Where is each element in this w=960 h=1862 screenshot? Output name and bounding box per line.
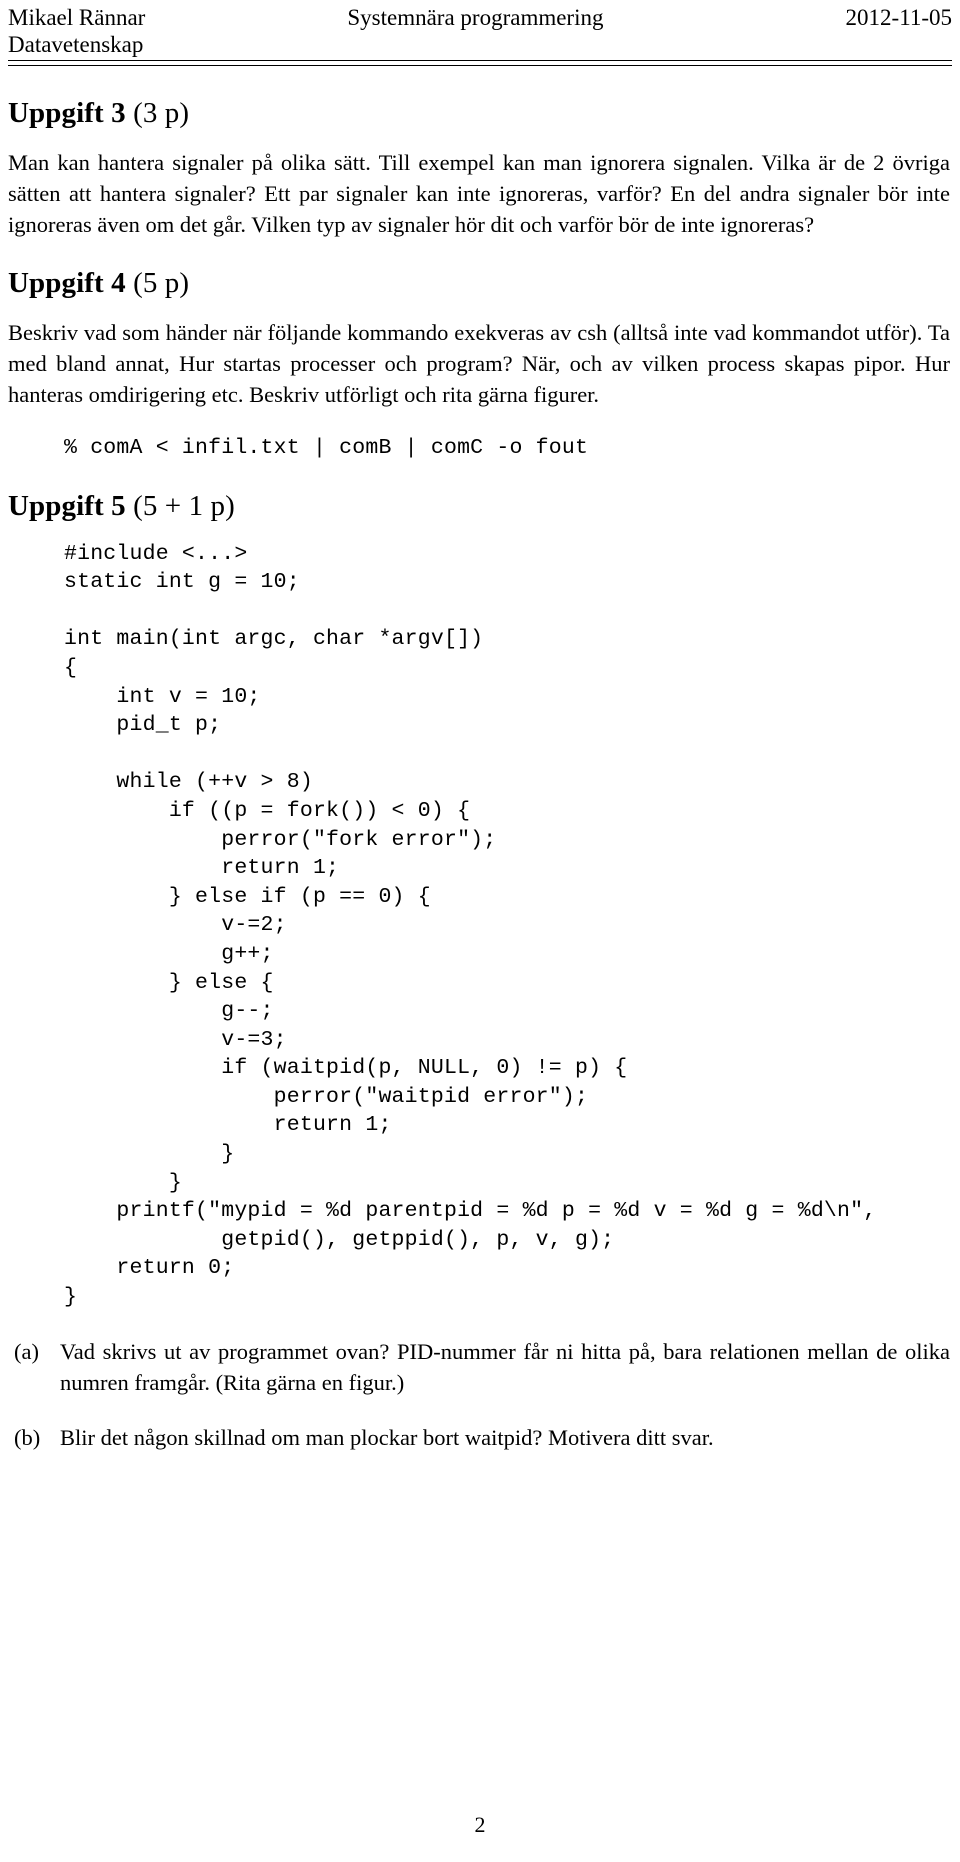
task-5-code-listing: #include <...> static int g = 10; int ma… [64, 541, 877, 1310]
header-date: 2012-11-05 [845, 5, 952, 30]
page-content: Uppgift 3 (3 p) Man kan hantera signaler… [8, 96, 950, 1453]
page-header: Mikael Rännar Systemnära programmering 2… [8, 4, 952, 57]
task-heading-3-points: (3 p) [133, 97, 190, 129]
subquestion-a-text: Vad skrivs ut av programmet ovan? PID-nu… [60, 1338, 950, 1395]
task-heading-5-title: Uppgift 5 [8, 489, 126, 522]
subquestion-b-label: (b) [14, 1424, 41, 1450]
task-heading-3: Uppgift 3 (3 p) [8, 96, 950, 130]
header-course: Systemnära programmering [347, 5, 604, 30]
header-top-row: Mikael Rännar Systemnära programmering 2… [8, 4, 952, 31]
task-heading-5: Uppgift 5 (5 + 1 p) [8, 489, 950, 523]
subquestion-b-text: Blir det någon skillnad om man plockar b… [60, 1424, 714, 1450]
page-number: 2 [474, 1812, 486, 1837]
task-heading-5-points: (5 + 1 p) [133, 489, 235, 522]
task-heading-3-title: Uppgift 3 [8, 97, 126, 129]
exam-page: Mikael Rännar Systemnära programmering 2… [0, 0, 960, 1862]
header-rule [8, 60, 952, 66]
task-heading-4-title: Uppgift 4 [8, 267, 126, 299]
task-heading-4-points: (5 p) [133, 267, 190, 299]
task-3-paragraph: Man kan hantera signaler på olika sätt. … [8, 150, 950, 237]
subquestion-a: (a) Vad skrivs ut av programmet ovan? PI… [8, 1336, 950, 1398]
subquestion-b: (b) Blir det någon skillnad om man plock… [8, 1422, 950, 1453]
subquestion-a-label: (a) [14, 1338, 39, 1364]
task-4-command-listing: % comA < infil.txt | comB | comC -o fout [64, 436, 589, 460]
task-heading-4: Uppgift 4 (5 p) [8, 266, 950, 300]
header-department: Datavetenskap [8, 32, 144, 57]
task-4-paragraph: Beskriv vad som händer när följande komm… [8, 320, 950, 407]
